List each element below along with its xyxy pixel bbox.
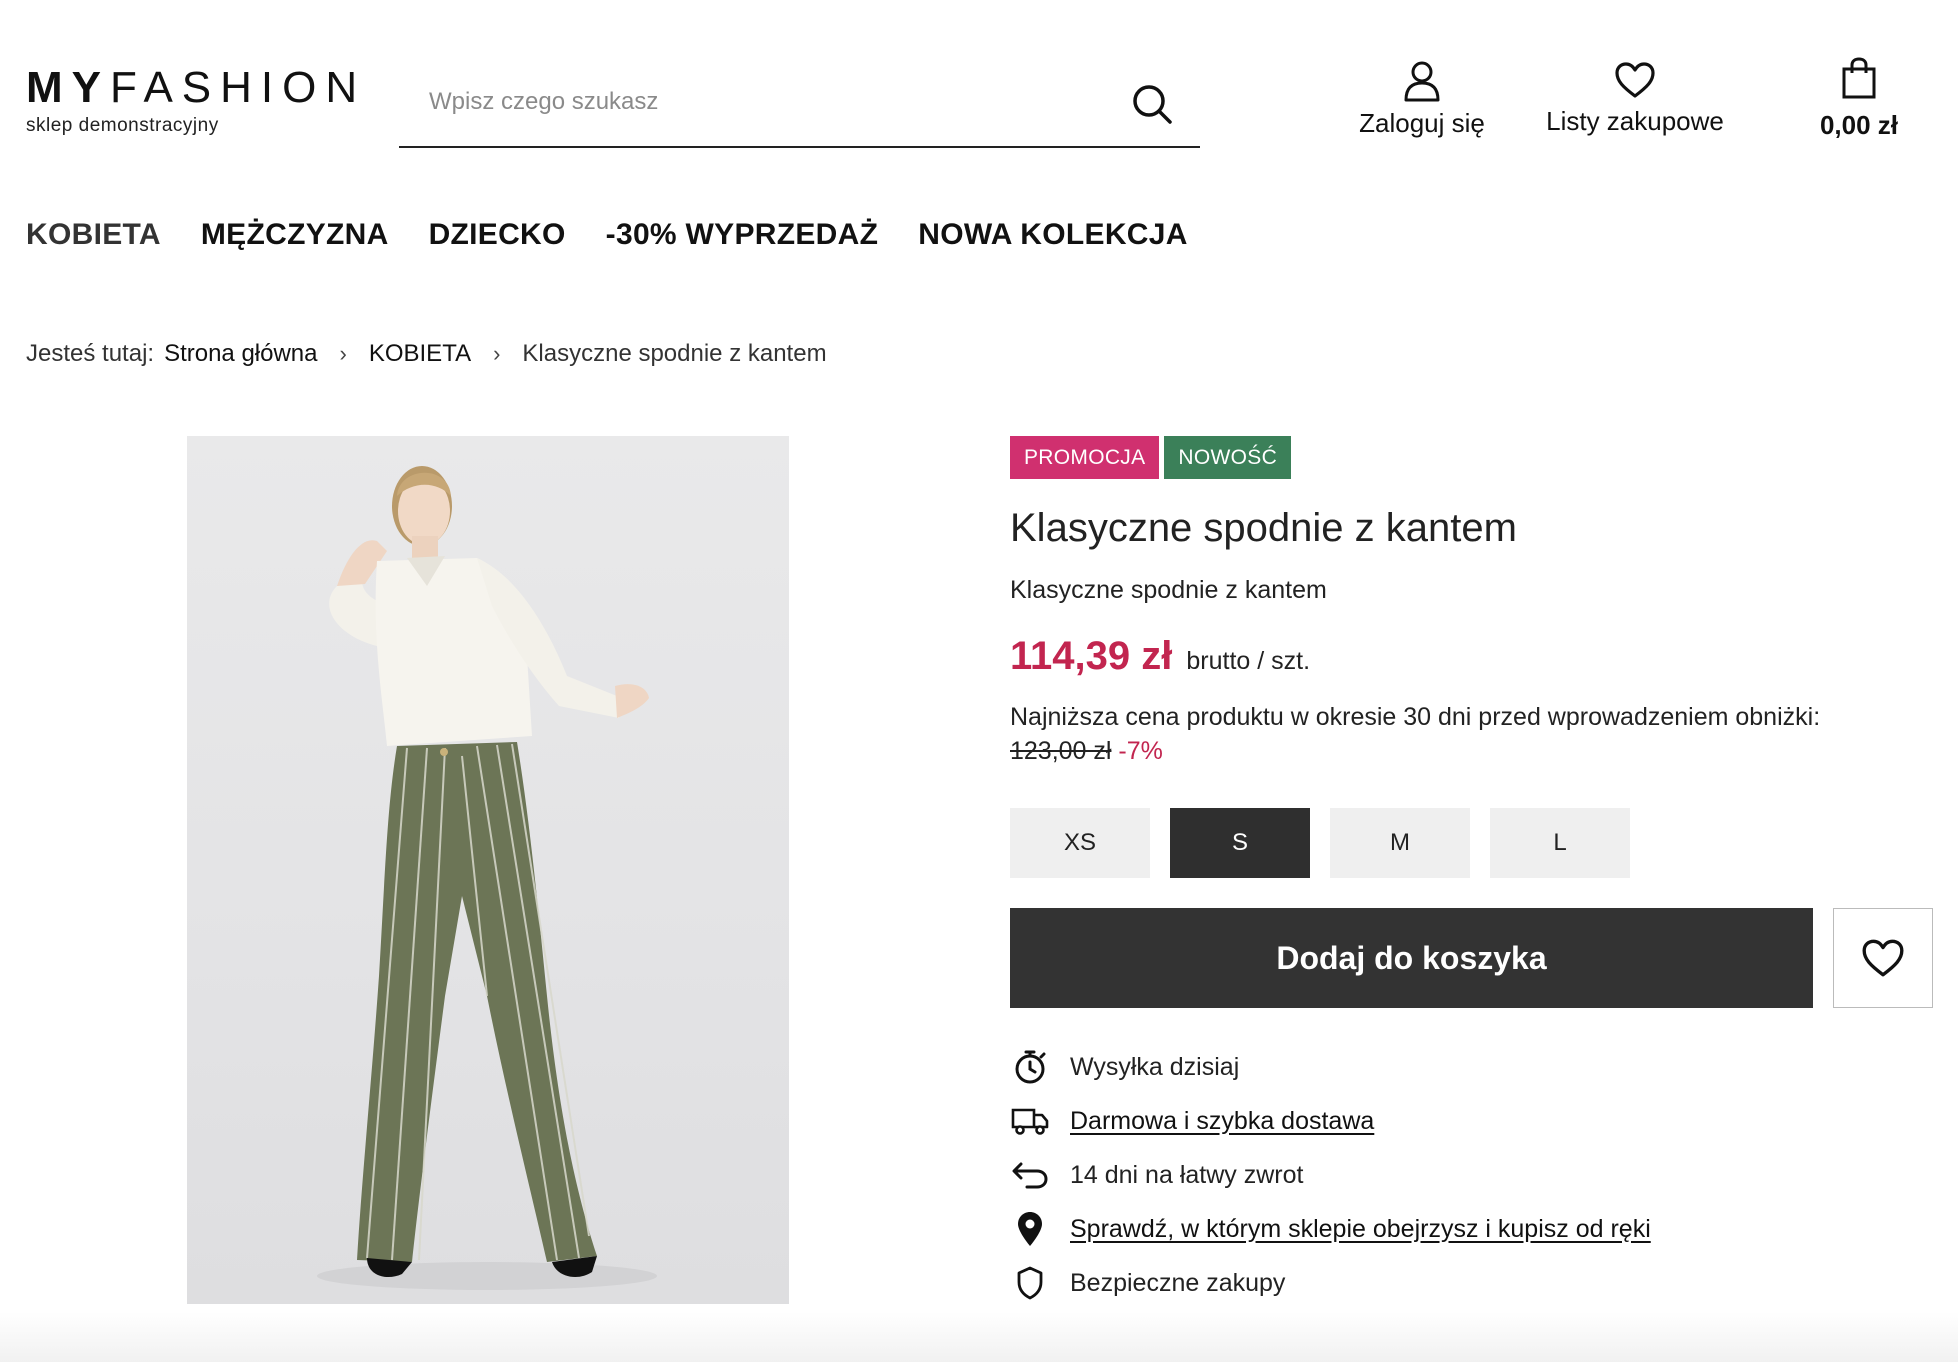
feature-item: Sprawdź, w którym sklepie obejrzysz i ku… (1010, 1202, 1651, 1256)
feature-text: Wysyłka dzisiaj (1070, 1052, 1240, 1081)
map-pin-icon (1010, 1209, 1050, 1249)
stopwatch-icon (1010, 1047, 1050, 1087)
login-link[interactable]: Zaloguj się (1352, 60, 1492, 139)
size-option-m[interactable]: M (1330, 808, 1470, 878)
product-subtitle: Klasyczne spodnie z kantem (1010, 576, 1327, 604)
feature-text: 14 dni na łatwy zwrot (1070, 1160, 1304, 1189)
delivery-truck-icon (1010, 1101, 1050, 1141)
main-navigation: KOBIETA MĘŻCZYZNA DZIECKO -30% WYPRZEDAŻ… (26, 218, 1188, 252)
nav-item-sale[interactable]: -30% WYPRZEDAŻ (606, 218, 879, 252)
size-selector: XS S M L (1010, 808, 1630, 878)
product-price: 114,39 zł (1010, 634, 1173, 678)
heart-icon (1862, 939, 1904, 977)
breadcrumb-home[interactable]: Strona główna (164, 340, 317, 368)
breadcrumb: Jesteś tutaj: Strona główna › KOBIETA › … (26, 340, 827, 368)
nav-item-new-collection[interactable]: NOWA KOLEKCJA (918, 218, 1187, 252)
breadcrumb-category[interactable]: KOBIETA (369, 340, 471, 368)
discount-percent: -7% (1118, 737, 1163, 765)
search-bar (399, 72, 1200, 148)
search-input[interactable] (399, 72, 1099, 132)
size-option-xs[interactable]: XS (1010, 808, 1150, 878)
feature-text: Bezpieczne zakupy (1070, 1268, 1286, 1297)
badge-new: NOWOŚĆ (1164, 436, 1292, 479)
breadcrumb-current: Klasyczne spodnie z kantem (522, 340, 827, 367)
product-features: Wysyłka dzisiaj Darmowa i szybka dostawa… (1010, 1040, 1651, 1310)
cart-link[interactable]: 0,00 zł (1806, 56, 1912, 141)
price-row: 114,39 zł brutto / szt. (1010, 634, 1310, 679)
free-delivery-link[interactable]: Darmowa i szybka dostawa (1070, 1107, 1374, 1136)
store-availability-link[interactable]: Sprawdź, w którym sklepie obejrzysz i ku… (1070, 1215, 1651, 1244)
add-to-cart-button[interactable]: Dodaj do koszyka (1010, 908, 1813, 1008)
shopping-lists-link[interactable]: Listy zakupowe (1538, 60, 1732, 137)
page-fade (0, 1312, 1958, 1362)
size-option-l[interactable]: L (1490, 808, 1630, 878)
product-badges: PROMOCJA NOWOŚĆ (1010, 436, 1292, 479)
search-icon (1133, 85, 1172, 124)
logo[interactable]: MYFASHION sklep demonstracyjny (26, 66, 366, 137)
lowest-price-info: Najniższa cena produktu w okresie 30 dni… (1010, 700, 1820, 768)
heart-icon (1615, 62, 1655, 98)
feature-item: Bezpieczne zakupy (1010, 1256, 1651, 1310)
product-photo-illustration (317, 466, 657, 1290)
nav-item-dziecko[interactable]: DZIECKO (429, 218, 566, 252)
badge-promotion: PROMOCJA (1010, 436, 1160, 479)
logo-wordmark: MYFASHION (26, 63, 367, 112)
cart-total: 0,00 zł (1819, 110, 1899, 140)
size-option-s[interactable]: S (1170, 808, 1310, 878)
feature-item: 14 dni na łatwy zwrot (1010, 1148, 1651, 1202)
shopping-lists-label: Listy zakupowe (1546, 106, 1724, 136)
login-label: Zaloguj się (1359, 108, 1485, 138)
shield-icon (1010, 1263, 1050, 1303)
lowest-price-label: Najniższa cena produktu w okresie 30 dni… (1010, 703, 1821, 731)
logo-tagline: sklep demonstracyjny (26, 115, 219, 136)
add-to-wishlist-button[interactable] (1833, 908, 1933, 1008)
product-title: Klasyczne spodnie z kantem (1010, 506, 1517, 550)
feature-item: Darmowa i szybka dostawa (1010, 1094, 1651, 1148)
nav-item-kobieta[interactable]: KOBIETA (26, 218, 161, 252)
breadcrumb-lead: Jesteś tutaj: (26, 340, 155, 367)
search-button[interactable] (1130, 82, 1176, 128)
chevron-right-icon: › (339, 341, 347, 366)
user-icon (1404, 61, 1440, 102)
chevron-right-icon: › (493, 341, 501, 366)
feature-item: Wysyłka dzisiaj (1010, 1040, 1651, 1094)
lowest-price-value: 123,00 zł (1010, 737, 1112, 765)
product-image[interactable] (187, 436, 789, 1304)
nav-item-mezczyzna[interactable]: MĘŻCZYZNA (201, 218, 389, 252)
price-unit: brutto / szt. (1186, 647, 1311, 675)
return-arrow-icon (1010, 1155, 1050, 1195)
shopping-bag-icon (1842, 57, 1876, 99)
